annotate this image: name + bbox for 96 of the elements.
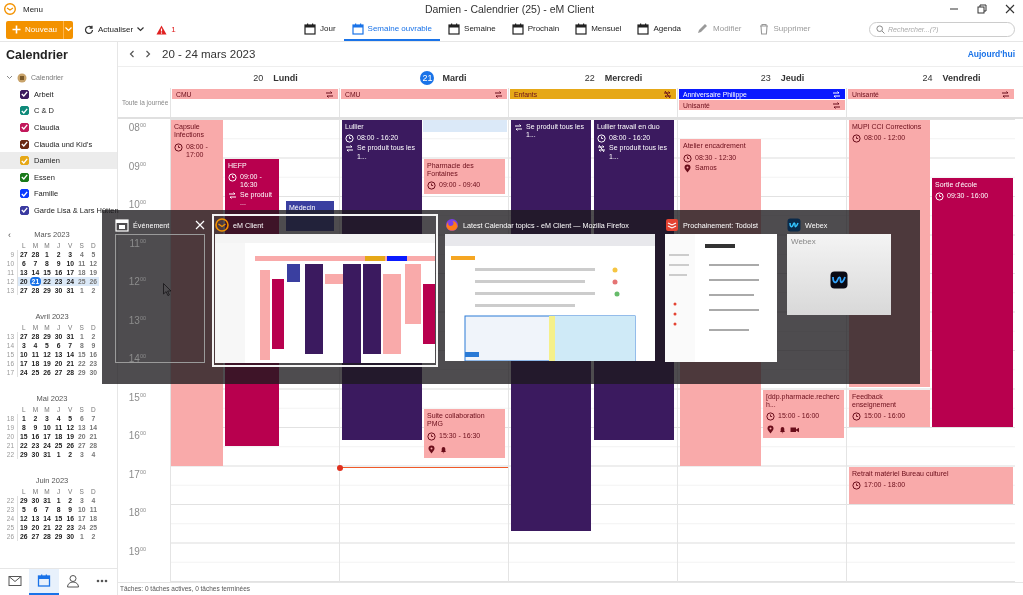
checkbox[interactable]	[20, 89, 29, 99]
app-logo-icon	[787, 218, 801, 232]
clock-icon	[683, 153, 692, 163]
calendar-icon	[511, 22, 524, 35]
clock-icon	[766, 412, 775, 422]
checkbox[interactable]	[20, 156, 29, 166]
browser-icon	[445, 218, 459, 232]
day-name: Mardi	[442, 72, 467, 83]
day-number: 21	[420, 70, 435, 85]
checkbox[interactable]	[20, 172, 29, 182]
next-icon[interactable]	[144, 50, 152, 58]
hour-label: 18$^{00}$	[128, 507, 146, 518]
view-tab[interactable]: Mensuel	[567, 18, 630, 41]
clock-icon	[852, 480, 861, 490]
refresh-button[interactable]: Actualiser	[81, 20, 148, 39]
check-icon	[21, 107, 28, 114]
checkbox[interactable]	[20, 189, 29, 199]
previous-month-button[interactable]: ‹	[8, 228, 11, 241]
day-name: Lundi	[273, 72, 298, 83]
caret-icon	[137, 27, 145, 32]
restore-icon[interactable]	[977, 4, 987, 14]
app-logo-icon	[4, 3, 16, 15]
search-icon	[876, 25, 885, 34]
previous-icon[interactable]	[128, 50, 136, 58]
clock-icon	[427, 181, 436, 191]
check-icon	[21, 124, 28, 131]
hour-label: 17$^{00}$	[128, 468, 146, 480]
check-icon	[21, 174, 28, 181]
sidebar-heading: Calendrier	[5, 47, 69, 64]
hour-label: 09$^{00}$	[128, 160, 146, 172]
hour-label: 19$^{00}$	[128, 545, 146, 557]
clock-icon	[228, 172, 237, 182]
hour-label: 08$^{00}$	[128, 122, 146, 133]
alert-button[interactable]: 1	[153, 20, 179, 39]
view-tab[interactable]: Semaine ouvrable	[343, 18, 441, 41]
window-title: Damien - Calendrier (25) - eM Client	[424, 3, 595, 15]
day-name: Vendredi	[942, 72, 981, 83]
window-thumbnail-drawing[interactable]	[445, 234, 655, 361]
app-logo-icon	[215, 218, 229, 232]
calendar-icon	[36, 574, 51, 588]
clock-icon	[935, 192, 944, 202]
check-icon	[21, 207, 28, 214]
day-name: Mercredi	[604, 72, 643, 83]
day-number: 24	[921, 71, 934, 85]
clock-icon	[852, 412, 861, 422]
envelope-icon	[7, 574, 22, 588]
nav-tab[interactable]	[29, 569, 59, 595]
view-tab[interactable]: Jour	[296, 18, 344, 41]
calendar-icon	[115, 218, 129, 232]
calendar-icon	[351, 22, 364, 35]
date-range: 20 - 24 mars 2023	[162, 48, 256, 60]
check-icon	[21, 91, 28, 98]
calendar-icon	[575, 22, 588, 35]
caret-icon	[65, 27, 73, 32]
chevron-down-icon	[6, 74, 13, 81]
refresh-icon	[84, 24, 95, 35]
calendar-icon	[448, 22, 461, 35]
view-tab[interactable]: Semaine	[440, 18, 504, 41]
view-tab[interactable]: Prochain	[503, 18, 568, 41]
trash-icon	[757, 22, 770, 35]
warning-icon	[156, 24, 168, 35]
check-icon	[21, 190, 28, 197]
calendar-icon	[304, 22, 316, 35]
plus-icon	[12, 25, 21, 34]
preview-title: Webex	[790, 236, 817, 248]
view-tab[interactable]: Agenda	[629, 18, 690, 41]
stacked-layers-icon	[665, 218, 679, 232]
checkbox[interactable]	[20, 106, 29, 116]
hour-label: 10$^{00}$	[128, 199, 146, 210]
calendar-group-icon	[17, 72, 27, 83]
hour-label: 15$^{00}$	[128, 391, 146, 403]
pin-icon	[683, 163, 692, 173]
window-preview[interactable]	[115, 234, 205, 363]
clock-icon	[597, 134, 606, 144]
checkbox[interactable]	[20, 123, 29, 132]
checkbox[interactable]	[20, 139, 29, 149]
day-number: 23	[759, 71, 772, 85]
checkbox[interactable]	[20, 205, 29, 215]
today-link[interactable]: Aujourd'hui	[967, 49, 1015, 59]
day-name: Jeudi	[780, 72, 805, 83]
person-icon	[66, 574, 81, 588]
calendar-icon	[637, 22, 650, 35]
hour-label: 16$^{00}$	[128, 430, 146, 441]
clock-icon	[345, 134, 354, 144]
day-number: 22	[583, 71, 596, 85]
pencil-icon	[697, 22, 710, 35]
window-thumbnail-drawing[interactable]	[215, 234, 435, 363]
menu-button[interactable]: Menu	[23, 4, 43, 14]
clock-icon	[427, 431, 436, 441]
clock-icon	[174, 142, 183, 152]
day-number: 20	[252, 71, 265, 85]
check-icon	[21, 157, 28, 164]
app-logo-icon	[830, 271, 848, 289]
clock-icon	[852, 134, 861, 144]
close-icon[interactable]	[1005, 4, 1015, 14]
check-icon	[21, 141, 28, 148]
